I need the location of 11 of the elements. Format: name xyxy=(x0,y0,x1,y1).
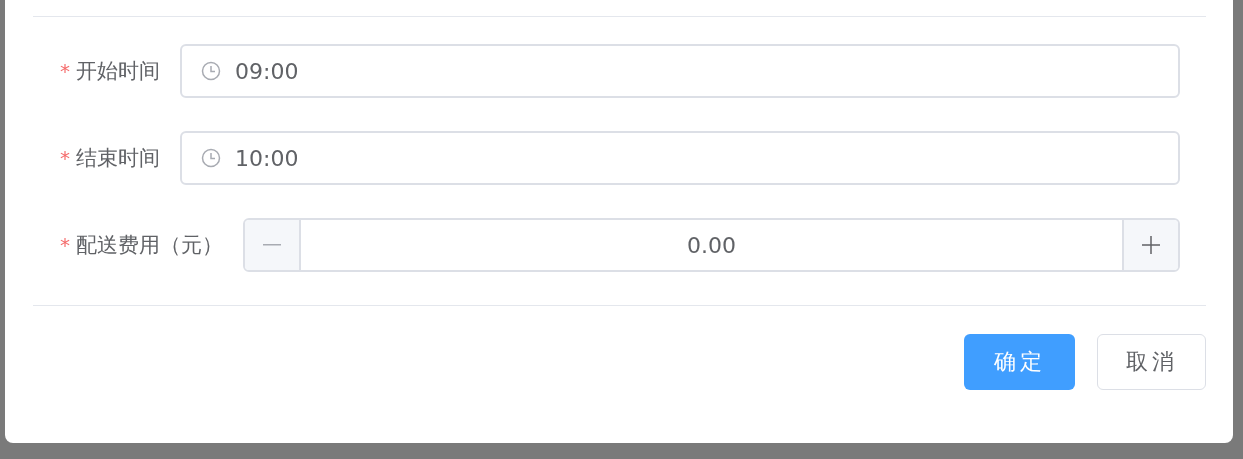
cancel-button[interactable]: 取消 xyxy=(1097,334,1206,390)
required-mark: * xyxy=(60,146,70,170)
required-mark: * xyxy=(60,233,70,257)
time-field[interactable]: 10:00 xyxy=(180,131,1180,185)
field-label: 结束时间 xyxy=(76,145,160,172)
time-field[interactable]: 09:00 xyxy=(180,44,1180,98)
required-mark: * xyxy=(60,59,70,83)
field-label: 开始时间 xyxy=(76,58,160,85)
clock-icon xyxy=(201,148,221,168)
field-label: 配送费用（元） xyxy=(76,232,223,259)
clock-icon xyxy=(201,61,221,81)
